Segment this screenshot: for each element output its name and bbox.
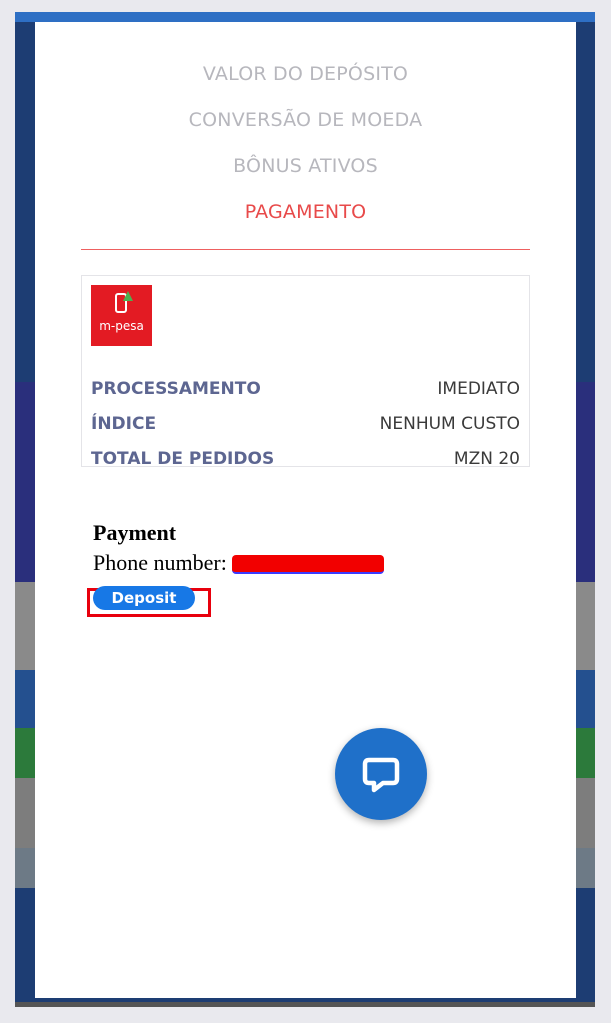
steps-divider (81, 249, 530, 250)
info-row-fee: ÍNDICE NENHUM CUSTO (91, 412, 520, 436)
background-footer (15, 1002, 595, 1007)
mpesa-logo: m-pesa (91, 285, 152, 346)
info-key: TOTAL DE PEDIDOS (91, 449, 275, 469)
phone-number-label: Phone number: (93, 550, 227, 575)
info-row-total: TOTAL DE PEDIDOS MZN 20 (91, 447, 520, 471)
info-row-processing: PROCESSAMENTO IMEDIATO (91, 377, 520, 401)
chat-bubble-icon (362, 757, 400, 793)
deposit-modal: VALOR DO DEPÓSITO CONVERSÃO DE MOEDA BÔN… (35, 22, 576, 998)
info-value: MZN 20 (453, 449, 520, 469)
phone-number-line: Phone number: (93, 550, 385, 576)
info-value: NENHUM CUSTO (379, 414, 520, 434)
payment-method-card: m-pesa PROCESSAMENTO IMEDIATO ÍNDICE NEN… (81, 275, 530, 469)
phone-icon (115, 293, 127, 313)
step-deposit-amount[interactable]: VALOR DO DEPÓSITO (35, 60, 576, 106)
chat-button[interactable] (335, 728, 427, 820)
step-payment[interactable]: PAGAMENTO (35, 198, 576, 244)
info-key: PROCESSAMENTO (91, 379, 261, 399)
phone-number-redacted[interactable] (232, 555, 385, 575)
deposit-button[interactable]: Deposit (93, 586, 195, 610)
info-key: ÍNDICE (91, 414, 157, 434)
deposit-steps: VALOR DO DEPÓSITO CONVERSÃO DE MOEDA BÔN… (35, 60, 576, 244)
payment-form: Payment Phone number: (93, 520, 385, 576)
step-currency-conversion[interactable]: CONVERSÃO DE MOEDA (35, 106, 576, 152)
mpesa-logo-text: m-pesa (99, 319, 144, 333)
step-active-bonus[interactable]: BÔNUS ATIVOS (35, 152, 576, 198)
payment-title: Payment (93, 520, 177, 545)
info-value: IMEDIATO (437, 379, 520, 399)
